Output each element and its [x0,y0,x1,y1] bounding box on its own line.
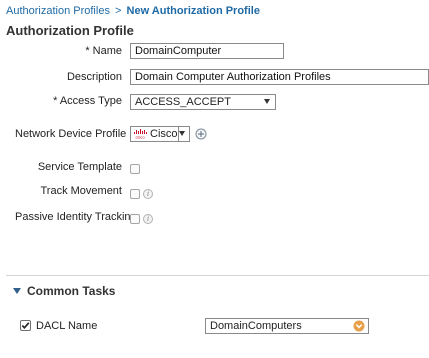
info-icon[interactable]: i [143,214,153,224]
cisco-logo-icon: cisco [134,129,147,140]
passive-identity-tracking-label: Passive Identity Tracking [15,211,137,223]
network-device-profile-label: Network Device Profile [15,128,127,140]
info-icon[interactable]: i [143,189,153,199]
cisco-logo-text: cisco [135,135,145,140]
name-label: * Name [85,45,122,57]
access-type-value: ACCESS_ACCEPT [135,96,231,108]
track-movement-label: Track Movement [40,185,122,197]
add-circle-icon[interactable] [195,128,207,140]
passive-identity-tracking-checkbox[interactable] [130,214,140,224]
dacl-name-value: DomainComputers [210,320,302,332]
dacl-checkbox[interactable] [20,320,31,331]
service-template-label: Service Template [37,161,122,173]
breadcrumb: Authorization Profiles > New Authorizati… [6,5,260,17]
name-input[interactable]: DomainComputer [130,43,284,59]
common-tasks-title[interactable]: Common Tasks [27,284,115,298]
page-title: Authorization Profile [6,23,134,38]
breadcrumb-current: New Authorization Profile [126,5,260,17]
dacl-name-select[interactable]: DomainComputers [205,318,369,334]
triangle-down-icon[interactable] [13,288,21,294]
service-template-checkbox[interactable] [130,164,140,174]
chevron-down-icon [179,131,185,136]
chevron-down-icon[interactable] [353,320,365,332]
access-type-select[interactable]: ACCESS_ACCEPT [130,94,276,110]
breadcrumb-separator: > [115,5,122,17]
description-label: Description [66,71,122,83]
description-input[interactable]: Domain Computer Authorization Profiles [130,69,429,85]
access-type-label: * Access Type [53,95,122,107]
dacl-name-label: DACL Name [36,320,98,332]
network-device-profile-select[interactable]: cisco Cisco [130,126,190,142]
chevron-down-icon [264,99,270,104]
section-divider [6,275,429,276]
network-device-profile-value: Cisco [150,128,178,140]
track-movement-checkbox[interactable] [130,189,140,199]
breadcrumb-link-authorization-profiles[interactable]: Authorization Profiles [6,5,110,17]
